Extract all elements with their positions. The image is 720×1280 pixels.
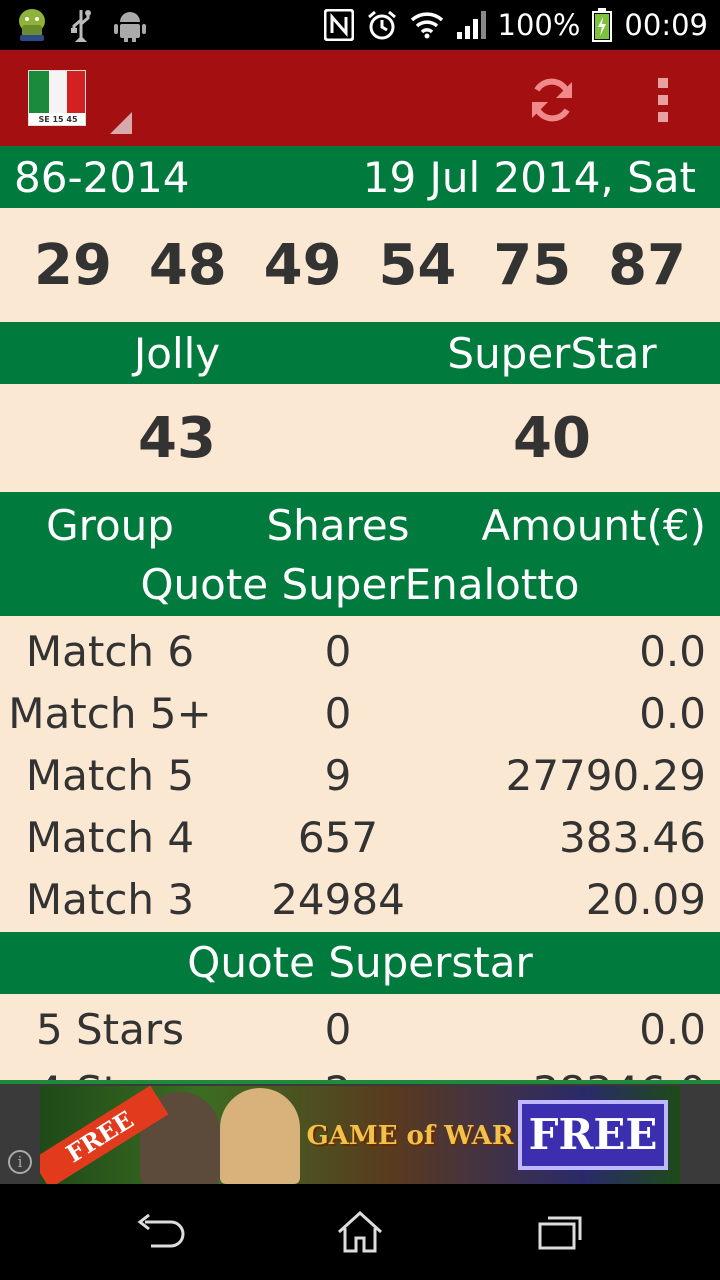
group-column-header: Group	[46, 500, 174, 550]
amount-cell: 383.46	[559, 812, 706, 862]
shares-cell: 24984	[271, 874, 405, 924]
group-cell: Match 3	[25, 874, 195, 924]
shares-cell: 0	[324, 1004, 352, 1054]
amount-cell: 0.0	[639, 626, 706, 676]
ad-bar: i FREE GAME of WAR FREE	[0, 1080, 720, 1184]
extras-values: 43 40	[0, 384, 720, 492]
amount-column-header: Amount(€)	[481, 500, 706, 550]
superstar-label: SuperStar	[447, 328, 657, 378]
results-content[interactable]: 86-2014 19 Jul 2014, Sat 29 48 49 54 75 …	[0, 146, 720, 1080]
table-row: Match 3 24984 20.09	[0, 868, 720, 930]
extras-header: Jolly SuperStar	[0, 322, 720, 384]
action-bar: SE 15 45	[0, 50, 720, 146]
amount-cell: 0.0	[639, 1004, 706, 1054]
winning-number: 87	[608, 232, 686, 298]
amount-cell: 38346.0	[456, 1067, 720, 1081]
shares-cell: 0	[324, 688, 352, 738]
android-robot-icon	[16, 7, 48, 43]
back-icon	[137, 1214, 185, 1248]
winning-number: 48	[148, 232, 227, 298]
draw-date: 19 Jul 2014, Sat	[362, 152, 696, 202]
group-cell: Match 5	[25, 750, 195, 800]
recent-apps-button[interactable]	[530, 1208, 590, 1256]
jolly-value: 43	[138, 405, 216, 471]
amount-cell: 0.0	[639, 688, 706, 738]
table-row: Match 4 657 383.46	[0, 806, 720, 868]
battery-percent: 100%	[497, 8, 581, 42]
shares-cell: 657	[297, 812, 379, 862]
logo-text: SE 15 45	[29, 113, 85, 125]
ad-banner[interactable]: FREE GAME of WAR FREE	[40, 1086, 680, 1184]
back-button[interactable]	[130, 1208, 190, 1256]
shares-cell: 2	[220, 1067, 456, 1081]
superstar-table: 5 Stars 0 0.0 4 Stars 2 38346.0	[0, 994, 720, 1081]
group-cell: 5 Stars	[35, 1004, 185, 1054]
wifi-icon	[410, 11, 444, 39]
amount-cell: 27790.29	[505, 750, 706, 800]
superstar-section-title: Quote Superstar	[0, 932, 720, 994]
superstar-value: 40	[513, 405, 591, 471]
amount-cell: 20.09	[585, 874, 706, 924]
shares-column-header: Shares	[266, 500, 410, 550]
app-logo[interactable]: SE 15 45	[28, 70, 86, 126]
ad-character-image	[220, 1088, 300, 1184]
overflow-menu-icon	[658, 78, 668, 88]
winning-number: 54	[378, 232, 457, 298]
draw-id: 86-2014	[14, 152, 190, 202]
superenalotto-section-title: Quote SuperEnalotto	[140, 560, 580, 609]
superenalotto-table: Match 6 0 0.0 Match 5+ 0 0.0 Match 5 9 2…	[0, 616, 720, 930]
refresh-button[interactable]	[522, 70, 582, 130]
winning-number: 75	[493, 232, 572, 298]
overflow-menu-button[interactable]	[646, 72, 680, 128]
winning-number: 49	[263, 232, 342, 298]
ad-free-button[interactable]: FREE	[518, 1100, 668, 1170]
refresh-icon	[532, 78, 572, 122]
group-cell: Match 5+	[8, 688, 212, 738]
table-row: Match 6 0 0.0	[0, 620, 720, 682]
jolly-label: Jolly	[133, 328, 221, 378]
home-button[interactable]	[330, 1208, 390, 1256]
usb-icon	[70, 8, 92, 42]
ad-game-title: GAME of WAR	[306, 1121, 514, 1151]
group-cell: Match 4	[25, 812, 195, 862]
winning-number: 29	[34, 232, 112, 298]
table-row: Match 5+ 0 0.0	[0, 682, 720, 744]
battery-icon	[592, 8, 613, 42]
clock: 00:09	[624, 8, 708, 42]
shares-cell: 0	[324, 626, 352, 676]
group-cell: 4 Stars	[0, 1067, 220, 1081]
recent-apps-icon	[538, 1216, 582, 1250]
alarm-icon	[366, 9, 398, 41]
home-icon	[337, 1210, 383, 1253]
table-row: Match 5 9 27790.29	[0, 744, 720, 806]
spinner-indicator[interactable]	[110, 112, 132, 134]
table-row: 5 Stars 0 0.0	[0, 998, 720, 1060]
signal-icon	[456, 10, 486, 40]
draw-header: 86-2014 19 Jul 2014, Sat	[0, 146, 720, 208]
winning-numbers: 29 48 49 54 75 87	[0, 208, 720, 322]
status-bar: 100% 00:09	[0, 0, 720, 50]
table-row: 4 Stars 2 38346.0	[0, 1060, 720, 1081]
navigation-bar	[0, 1184, 720, 1280]
group-cell: Match 6	[25, 626, 195, 676]
ad-info-icon[interactable]: i	[8, 1150, 32, 1174]
column-header: Group Shares Amount(€) Quote SuperEnalot…	[0, 492, 720, 616]
shares-cell: 9	[324, 750, 352, 800]
nfc-icon	[323, 9, 354, 41]
android-debug-icon	[114, 8, 146, 42]
